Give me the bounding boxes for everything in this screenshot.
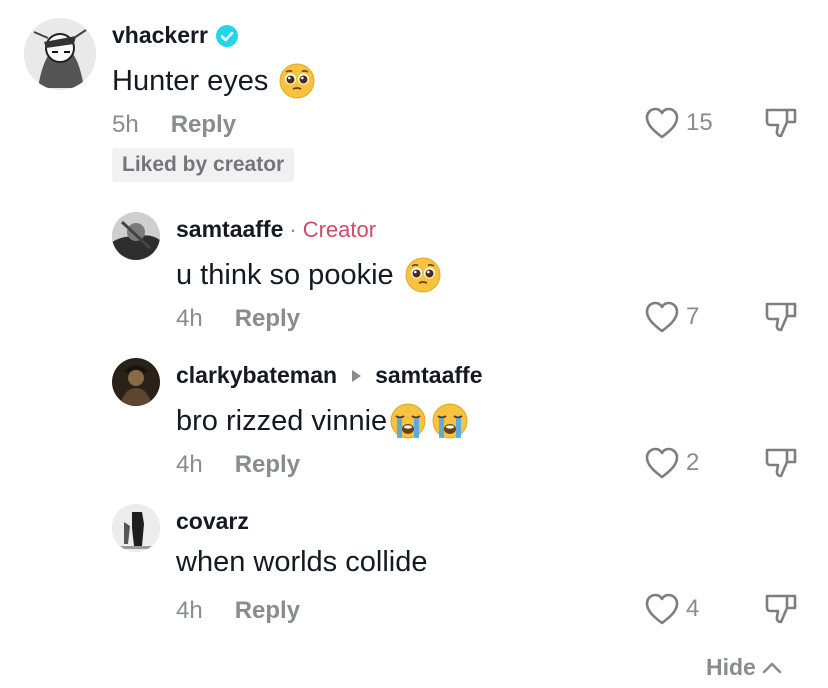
replying-to-username[interactable]: samtaaffe: [375, 362, 482, 389]
reply-button[interactable]: Reply: [171, 111, 236, 139]
pleading-face-emoji-icon: [405, 257, 441, 293]
loudly-crying-face-emoji-icon: [432, 403, 468, 439]
avatar[interactable]: [24, 18, 96, 90]
loudly-crying-face-emoji-icon: [390, 403, 426, 439]
dislike-icon[interactable]: [764, 300, 798, 334]
username[interactable]: samtaaffe: [176, 216, 283, 243]
comment-time: 5h: [112, 111, 139, 138]
comment-text: u think so pookie: [176, 258, 394, 291]
heart-icon: [645, 593, 679, 625]
heart-icon: [645, 447, 679, 479]
like-count: 2: [686, 449, 700, 476]
chevron-up-icon: [762, 662, 782, 673]
like-count: 4: [686, 595, 700, 622]
comment-time: 4h: [176, 305, 203, 332]
reply-button[interactable]: Reply: [235, 305, 300, 333]
comment-text: when worlds collide: [176, 546, 428, 578]
separator-dot: ·: [289, 216, 297, 242]
dislike-icon[interactable]: [764, 106, 798, 140]
like-button[interactable]: 15: [644, 106, 713, 140]
like-button[interactable]: 7: [644, 300, 699, 334]
heart-icon: [645, 107, 679, 139]
avatar[interactable]: [112, 504, 160, 552]
reply-button[interactable]: Reply: [235, 597, 300, 625]
avatar[interactable]: [112, 212, 160, 260]
caret-right-icon: [352, 369, 362, 382]
username[interactable]: covarz: [176, 508, 249, 535]
username[interactable]: vhackerr: [112, 22, 208, 49]
like-count: 7: [686, 303, 700, 330]
dislike-icon[interactable]: [764, 592, 798, 626]
like-button[interactable]: 2: [644, 446, 699, 480]
like-count: 15: [686, 109, 713, 136]
comment-text: bro rizzed vinnie: [176, 404, 388, 437]
verified-badge-icon: [215, 24, 238, 47]
username[interactable]: clarkybateman: [176, 362, 337, 389]
comment-time: 4h: [176, 451, 203, 478]
dislike-icon[interactable]: [764, 446, 798, 480]
heart-icon: [645, 301, 679, 333]
avatar[interactable]: [112, 358, 160, 406]
comment-text: Hunter eyes: [112, 64, 269, 97]
comment-time: 4h: [176, 597, 203, 624]
hide-replies-button[interactable]: Hide: [706, 654, 784, 681]
creator-tag: Creator: [302, 216, 377, 242]
liked-by-creator-badge: Liked by creator: [112, 148, 295, 182]
reply-button[interactable]: Reply: [235, 451, 300, 479]
hide-label: Hide: [706, 654, 756, 680]
like-button[interactable]: 4: [644, 592, 699, 626]
pleading-face-emoji-icon: [279, 63, 315, 99]
